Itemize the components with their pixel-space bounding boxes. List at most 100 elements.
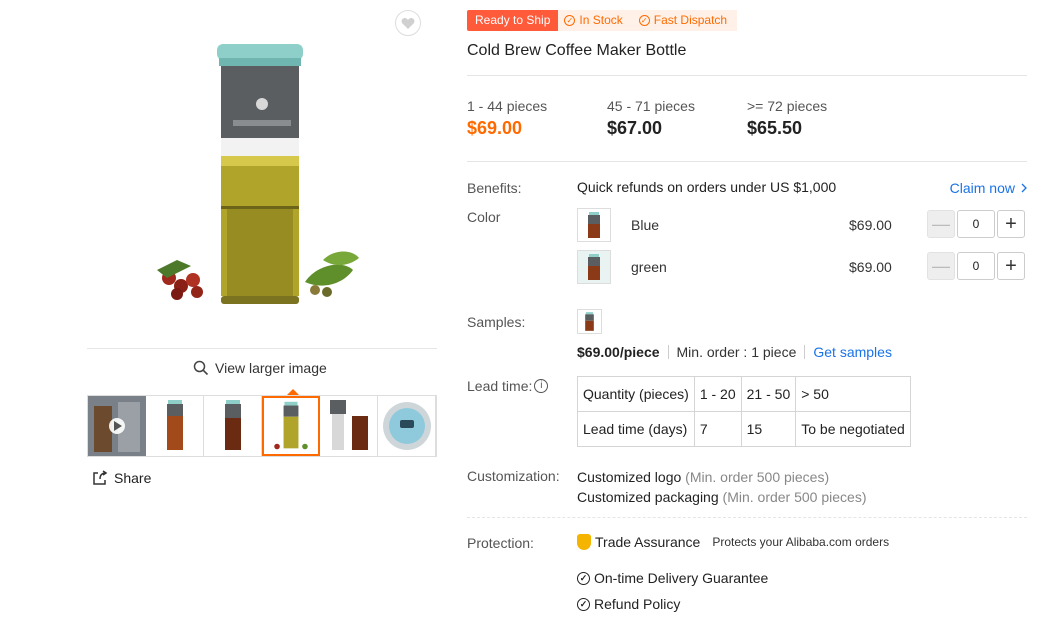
customization-note: (Min. order 500 pieces) [722, 489, 867, 505]
quantity-input[interactable] [957, 252, 995, 280]
protection-item: ✓ On-time Delivery Guarantee [577, 570, 768, 586]
price-tier: 1 - 44 pieces $69.00 [467, 98, 607, 139]
thumbnail-bottle-dark[interactable] [204, 396, 262, 456]
tier-price: $69.00 [467, 118, 523, 138]
color-name: Blue [631, 217, 660, 233]
sample-price: $69.00/piece [577, 344, 660, 360]
thumbnail-bottle-green-image [274, 401, 308, 450]
color-price: $69.00 [849, 259, 892, 275]
tier-quantity: 45 - 71 pieces [607, 98, 695, 114]
tier-price: $65.50 [747, 118, 803, 138]
check-circle-icon: ✓ [577, 571, 590, 585]
protection-item-label: Refund Policy [594, 596, 681, 612]
color-swatch-image [578, 251, 610, 283]
color-swatch-green[interactable] [577, 250, 611, 284]
protection-label: Protection: [467, 535, 534, 551]
thumbnail-bottle-brown-image [167, 400, 183, 450]
table-cell: > 50 [795, 376, 911, 412]
decrease-button[interactable]: — [927, 210, 955, 238]
lead-time-label-group: Lead time: i [467, 378, 549, 394]
price-tier: 45 - 71 pieces $67.00 [607, 98, 747, 139]
check-circle-icon: ✓ [577, 597, 590, 611]
thumbnail-device-top-image [383, 402, 431, 450]
color-swatch-image [588, 212, 600, 238]
thumbnail-video[interactable] [88, 396, 146, 456]
thumbnail-bottle-pour-image [330, 400, 368, 450]
quantity-input[interactable] [957, 210, 995, 238]
trade-assurance-description: Protects your Alibaba.com orders [712, 535, 890, 549]
price-tier: >= 72 pieces $65.50 [747, 98, 887, 139]
customization-item: Customized packaging (Min. order 500 pie… [577, 489, 866, 505]
customization-note: (Min. order 500 pieces) [685, 469, 830, 485]
table-cell: Lead time (days) [577, 411, 695, 447]
increase-button[interactable]: + [997, 252, 1025, 280]
color-option: Blue $69.00 — + [577, 208, 1027, 244]
trade-assurance-shield-icon [577, 534, 591, 550]
magnifier-icon [193, 360, 209, 376]
protection-item-label: On-time Delivery Guarantee [594, 570, 769, 586]
sample-min-order: Min. order : 1 piece [676, 344, 797, 360]
table-cell: 1 - 20 [693, 376, 742, 412]
protection-item: ✓ Refund Policy [577, 596, 680, 612]
tier-quantity: 1 - 44 pieces [467, 98, 548, 114]
table-row: Lead time (days) 7 15 To be negotiated [577, 411, 911, 447]
sample-details: $69.00/piece Min. order : 1 piece Get sa… [577, 344, 892, 360]
lead-time-table: Quantity (pieces) 1 - 20 21 - 50 > 50 Le… [577, 376, 911, 447]
claim-now-label: Claim now [949, 180, 1015, 196]
product-title: Cold Brew Coffee Maker Bottle [467, 42, 687, 59]
main-product-image[interactable] [147, 38, 367, 314]
benefits-label: Benefits: [467, 180, 522, 196]
view-larger-image-link[interactable]: View larger image [193, 360, 327, 376]
minus-icon: — [932, 213, 950, 234]
table-cell: 7 [693, 411, 742, 447]
decrease-button[interactable]: — [927, 252, 955, 280]
separator [804, 345, 806, 359]
customization-name: Customized logo [577, 469, 682, 485]
get-samples-link[interactable]: Get samples [813, 344, 892, 360]
product-gallery: View larger image Share [87, 0, 437, 619]
thumbnail-device-top[interactable] [378, 396, 436, 456]
table-cell: 21 - 50 [740, 376, 797, 412]
check-circle-icon: ✓ [564, 15, 576, 26]
quantity-stepper: — + [927, 210, 1025, 238]
samples-label: Samples: [467, 314, 526, 330]
info-icon[interactable]: i [534, 379, 549, 393]
heart-icon [401, 17, 415, 29]
gallery-divider [87, 348, 437, 349]
share-button[interactable]: Share [92, 470, 151, 486]
thumbnail-bottle-dark-image [225, 400, 241, 450]
increase-button[interactable]: + [997, 210, 1025, 238]
thumbnail-bottle-pour[interactable] [320, 396, 378, 456]
table-cell: Quantity (pieces) [577, 376, 695, 412]
color-price: $69.00 [849, 217, 892, 233]
lead-time-label: Lead time: [467, 378, 533, 394]
claim-now-link[interactable]: Claim now [950, 180, 1027, 196]
view-larger-label: View larger image [215, 360, 327, 376]
trade-assurance[interactable]: Trade Assurance Protects your Alibaba.co… [577, 534, 889, 550]
divider [467, 75, 1027, 76]
plus-icon: + [1005, 254, 1017, 277]
thumbnail-strip [87, 395, 437, 457]
thumbnail-bottle-brown[interactable] [146, 396, 204, 456]
minus-icon: — [932, 255, 950, 276]
color-swatch-blue[interactable] [577, 208, 611, 242]
thumbnail-bottle-green[interactable] [262, 396, 320, 456]
favorite-button[interactable] [395, 10, 421, 36]
product-info: Ready to Ship ✓ In Stock ✓ Fast Dispatch… [467, 0, 1027, 619]
ready-to-ship-badge: Ready to Ship [467, 10, 559, 31]
tier-price: $67.00 [607, 118, 663, 138]
customization-label: Customization: [467, 468, 560, 484]
plus-icon: + [1005, 212, 1017, 235]
quantity-stepper: — + [927, 252, 1025, 280]
sample-thumbnail-image [585, 312, 594, 331]
thumbnail-video-image [88, 396, 146, 456]
benefits-text: Quick refunds on orders under US $1,000 [577, 179, 837, 195]
sample-thumbnail[interactable] [577, 309, 602, 334]
share-label: Share [114, 470, 152, 486]
price-tiers: 1 - 44 pieces $69.00 45 - 71 pieces $67.… [467, 98, 887, 139]
stock-dispatch-badge: ✓ In Stock ✓ Fast Dispatch [558, 10, 738, 31]
color-name: green [631, 259, 667, 275]
divider [467, 517, 1027, 518]
table-cell: 15 [740, 411, 797, 447]
table-cell: To be negotiated [795, 411, 911, 447]
